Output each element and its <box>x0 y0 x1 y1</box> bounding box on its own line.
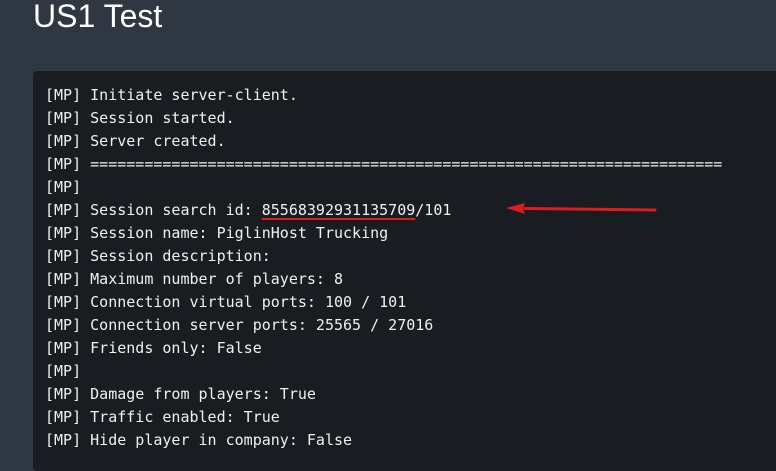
console-line: [MP] Server created. <box>45 132 226 150</box>
console-line: [MP] Connection server ports: 25565 / 27… <box>45 316 434 334</box>
session-search-id-value: 85568392931135709 <box>261 201 416 219</box>
console-output[interactable]: [MP] Initiate server-client. [MP] Sessio… <box>33 71 776 471</box>
console-line: [MP] Session name: PiglinHost Trucking <box>45 224 389 242</box>
console-line: [MP] <box>45 178 82 196</box>
console-line: [MP] Traffic enabled: True <box>45 408 280 426</box>
console-lines: [MP] Initiate server-client. [MP] Sessio… <box>45 84 722 452</box>
console-line: [MP] ===================================… <box>45 155 723 173</box>
console-line: [MP] Session started. <box>45 109 235 127</box>
session-search-id-prefix: [MP] Session search id: <box>45 201 262 219</box>
console-line: [MP] Hide player in company: False <box>45 431 353 449</box>
console-line: [MP] Initiate server-client. <box>45 86 298 104</box>
console-line: [MP] <box>45 362 82 380</box>
session-search-id-suffix: /101 <box>415 201 452 219</box>
console-line: [MP] Connection virtual ports: 100 / 101 <box>45 293 407 311</box>
session-search-id-line: [MP] Session search id: 8556839293113570… <box>45 199 722 222</box>
console-line: [MP] Maximum number of players: 8 <box>45 270 344 288</box>
console-line: [MP] Session description: <box>45 247 271 265</box>
console-line: [MP] Damage from players: True <box>45 385 316 403</box>
page-title: US1 Test <box>33 0 163 34</box>
console-line: [MP] Friends only: False <box>45 339 262 357</box>
